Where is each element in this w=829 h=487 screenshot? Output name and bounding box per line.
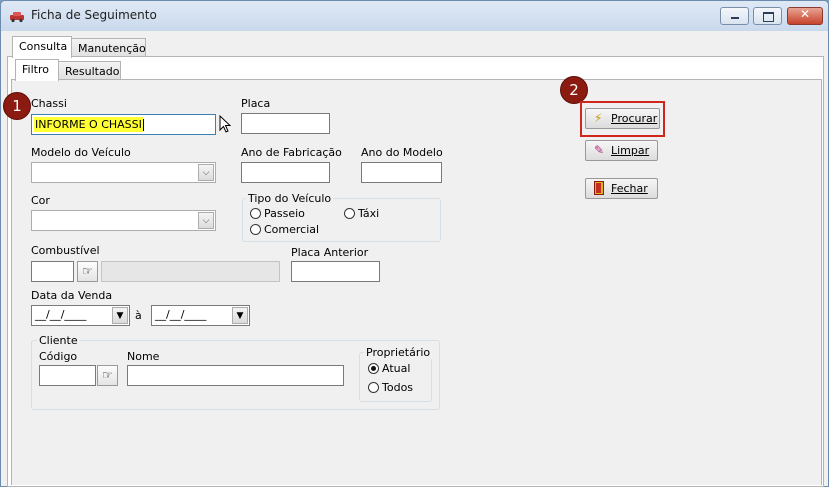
procurar-label: Procurar <box>611 112 658 125</box>
close-icon: ✕ <box>799 7 811 21</box>
maximize-button[interactable] <box>753 7 782 25</box>
maximize-icon <box>763 12 774 22</box>
placa-input[interactable] <box>241 113 330 134</box>
cliente-lookup-button[interactable]: ☞ <box>97 365 118 386</box>
placa-anterior-label: Placa Anterior <box>291 246 369 259</box>
modelo-veiculo-label: Modelo do Veículo <box>31 146 131 159</box>
atual-radio[interactable] <box>368 363 379 374</box>
combustivel-code-input[interactable] <box>31 261 74 282</box>
chassi-label: Chassi <box>31 97 67 110</box>
exit-door-icon <box>594 181 604 198</box>
cor-select[interactable]: ⌵ <box>31 210 216 231</box>
ano-modelo-label: Ano do Modelo <box>361 146 443 159</box>
taxi-label: Táxi <box>358 207 380 220</box>
placa-anterior-input[interactable] <box>291 261 380 282</box>
mouse-cursor-icon <box>219 115 231 133</box>
chassi-input[interactable]: INFORME O CHASSI <box>31 114 216 135</box>
lightning-icon: ⚡ <box>594 111 603 125</box>
chevron-down-icon[interactable]: ▼ <box>232 307 248 324</box>
taxi-radio[interactable] <box>344 208 355 219</box>
app-window: Ficha de Seguimento ✕ Consulta Manutençã… <box>0 0 829 487</box>
limpar-label: Limpar <box>611 144 650 157</box>
proprietario-label: Proprietário <box>364 346 433 359</box>
tab-filtro[interactable]: Filtro <box>15 59 59 81</box>
todos-radio[interactable] <box>368 382 379 393</box>
eraser-icon: ✎ <box>594 143 605 157</box>
cliente-nome-input[interactable] <box>127 365 344 386</box>
ano-fabricacao-label: Ano de Fabricação <box>241 146 342 159</box>
step-2-badge: 2 <box>560 76 588 104</box>
minimize-icon <box>731 17 739 19</box>
cliente-codigo-input[interactable] <box>39 365 96 386</box>
nome-label: Nome <box>127 350 160 363</box>
chevron-down-icon[interactable]: ▼ <box>112 307 128 324</box>
procurar-button[interactable]: ⚡ Procurar <box>585 108 660 129</box>
pointing-hand-icon: ☞ <box>82 264 93 278</box>
close-button[interactable]: ✕ <box>787 7 823 25</box>
comercial-radio[interactable] <box>250 224 261 235</box>
pointing-hand-icon: ☞ <box>102 368 113 382</box>
car-app-icon <box>10 12 24 23</box>
tab-resultado[interactable]: Resultado <box>58 61 121 79</box>
combustivel-lookup-button[interactable]: ☞ <box>77 261 98 282</box>
comercial-label: Comercial <box>264 223 320 236</box>
step-1-badge: 1 <box>3 92 31 120</box>
fechar-label: Fechar <box>611 182 648 195</box>
ano-modelo-input[interactable] <box>361 162 442 183</box>
todos-label: Todos <box>382 381 414 394</box>
passeio-radio[interactable] <box>250 208 261 219</box>
combustivel-description <box>101 261 280 282</box>
tab-consulta[interactable]: Consulta <box>12 36 72 58</box>
combustivel-label: Combustível <box>31 244 100 257</box>
data-venda-from-picker[interactable]: __/__/____ ▼ <box>31 305 130 326</box>
ano-fabricacao-input[interactable] <box>241 162 330 183</box>
window-title: Ficha de Seguimento <box>31 8 157 22</box>
filtro-panel <box>11 79 822 485</box>
data-venda-to-picker[interactable]: __/__/____ ▼ <box>151 305 250 326</box>
limpar-button[interactable]: ✎ Limpar <box>585 140 658 161</box>
placa-label: Placa <box>241 97 271 110</box>
chassi-value: INFORME O CHASSI <box>34 117 143 132</box>
tipo-veiculo-label: Tipo do Veículo <box>246 192 334 205</box>
data-venda-label: Data da Venda <box>31 289 113 302</box>
chevron-down-icon[interactable]: ⌵ <box>198 212 214 229</box>
passeio-label: Passeio <box>264 207 305 220</box>
atual-label: Atual <box>382 362 411 375</box>
data-venda-from-value: __/__/____ <box>35 308 87 321</box>
text-caret <box>142 119 144 131</box>
cliente-label: Cliente <box>37 334 80 347</box>
cor-label: Cor <box>31 194 50 207</box>
proprietario-group <box>359 352 432 402</box>
chevron-down-icon[interactable]: ⌵ <box>198 164 214 181</box>
title-bar: Ficha de Seguimento ✕ <box>1 1 828 31</box>
codigo-label: Código <box>39 350 78 363</box>
tab-manutencao[interactable]: Manutenção <box>71 38 146 56</box>
minimize-button[interactable] <box>720 7 749 25</box>
fechar-button[interactable]: Fechar <box>585 178 658 199</box>
data-venda-to-value: __/__/____ <box>155 308 207 321</box>
date-range-separator: à <box>135 309 142 322</box>
modelo-veiculo-select[interactable]: ⌵ <box>31 162 216 183</box>
